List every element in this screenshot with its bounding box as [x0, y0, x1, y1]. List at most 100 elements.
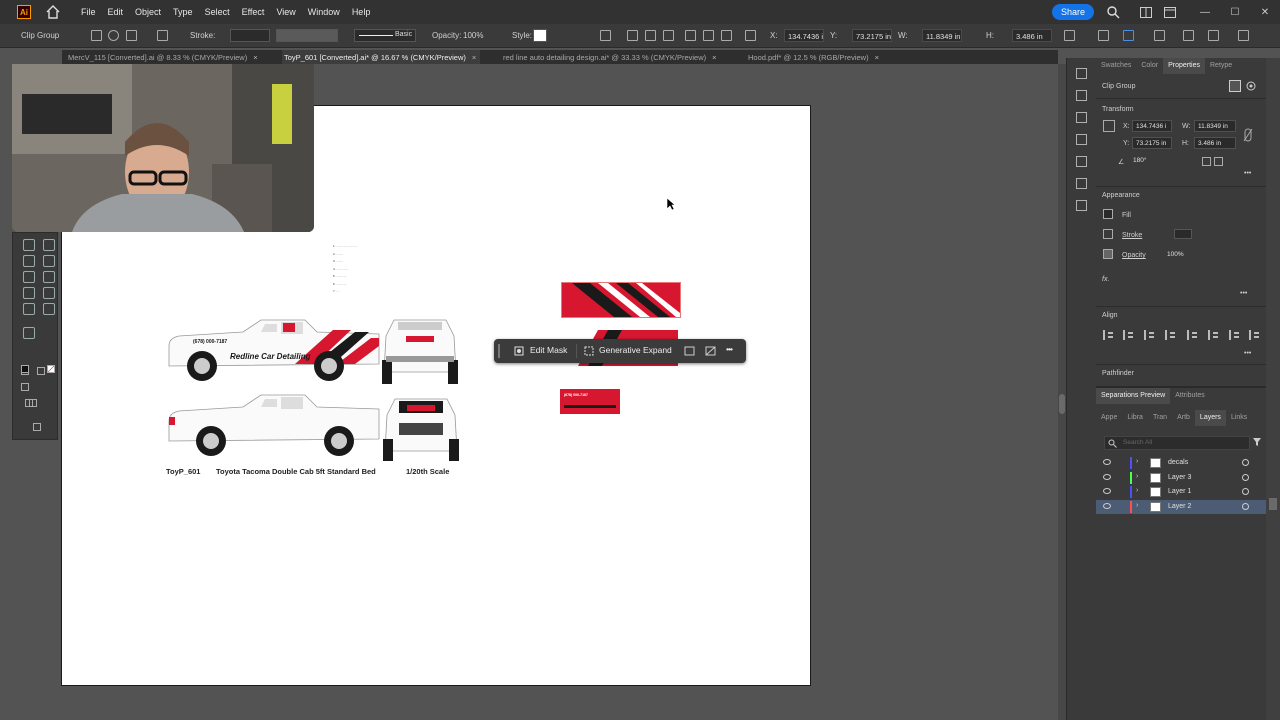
- more-options-button[interactable]: •••: [726, 344, 733, 354]
- slice-tool-icon[interactable]: [23, 287, 35, 299]
- color-icon[interactable]: [21, 365, 29, 373]
- hand-tool-icon[interactable]: [43, 287, 55, 299]
- opentype-icon[interactable]: [1076, 178, 1087, 189]
- arrange-icon[interactable]: [1183, 30, 1194, 41]
- h-field[interactable]: 3.486 in: [1012, 29, 1052, 42]
- panel-tab-properties[interactable]: Properties: [1163, 58, 1205, 74]
- rotate-view-icon[interactable]: [23, 303, 35, 315]
- align-icon[interactable]: [1165, 330, 1175, 340]
- align-icon[interactable]: [663, 30, 674, 41]
- artboard-tool-icon[interactable]: [43, 271, 55, 283]
- menu-window[interactable]: Window: [302, 7, 346, 17]
- panel-tab-retype[interactable]: Retype: [1205, 58, 1237, 74]
- y-field[interactable]: 73.2175 in: [1132, 137, 1172, 149]
- red-card-graphic[interactable]: (678) 000-7187: [560, 389, 620, 414]
- scrollbar-thumb[interactable]: [1059, 394, 1065, 414]
- align-icon[interactable]: [703, 30, 714, 41]
- style-swatch[interactable]: [533, 29, 547, 42]
- swap-icon[interactable]: [37, 367, 45, 375]
- align-icon[interactable]: [1123, 330, 1133, 340]
- transform-more-button[interactable]: •••: [1244, 170, 1251, 177]
- fx-button[interactable]: fx.: [1102, 276, 1109, 283]
- edit-mask-button[interactable]: Edit Mask: [530, 345, 567, 355]
- transform-icon[interactable]: [1064, 30, 1075, 41]
- panel-tab-artb[interactable]: Artb: [1172, 410, 1195, 426]
- close-tab-icon[interactable]: ×: [875, 53, 879, 62]
- x-field[interactable]: 134.7436 ir: [784, 29, 824, 42]
- close-button[interactable]: ✕: [1250, 7, 1280, 18]
- rotate-field[interactable]: 180°: [1130, 155, 1160, 167]
- transform-grid-icon[interactable]: [745, 30, 756, 41]
- close-tab-icon[interactable]: ×: [253, 53, 257, 62]
- menu-file[interactable]: File: [75, 7, 102, 17]
- layer-row[interactable]: › decals: [1096, 456, 1266, 470]
- zoom-tool-icon[interactable]: [43, 303, 55, 315]
- layer-row[interactable]: › Layer 2: [1096, 499, 1266, 514]
- search-icon[interactable]: [1106, 5, 1120, 19]
- opacity-value[interactable]: 100%: [463, 31, 483, 40]
- eyedropper-icon[interactable]: [43, 239, 55, 251]
- stroke-label[interactable]: Stroke: [1122, 232, 1142, 239]
- opacity-label[interactable]: Opacity: [1122, 252, 1146, 259]
- pen-tool-icon[interactable]: [23, 239, 35, 251]
- maximize-button[interactable]: ☐: [1220, 7, 1250, 18]
- align-icon[interactable]: [721, 30, 732, 41]
- appearance-more-button[interactable]: •••: [1240, 290, 1247, 297]
- brush-field[interactable]: Basic: [354, 29, 416, 42]
- more-options-icon[interactable]: [1238, 30, 1249, 41]
- close-tab-icon[interactable]: ×: [712, 53, 716, 62]
- stroke-swatch[interactable]: [1103, 229, 1113, 239]
- panel-menu-icon[interactable]: [1208, 30, 1219, 41]
- help-icon[interactable]: [23, 327, 35, 339]
- paragraph-icon[interactable]: [1076, 156, 1087, 167]
- right-panel-scrollbar[interactable]: [1266, 58, 1280, 720]
- share-button[interactable]: Share: [1051, 4, 1094, 20]
- align-to-icon[interactable]: [600, 30, 611, 41]
- variable-width-field[interactable]: [276, 29, 338, 42]
- visibility-eye-icon[interactable]: [1103, 459, 1111, 465]
- w-field[interactable]: 11.8349 in: [1194, 120, 1236, 132]
- document-tab[interactable]: red line auto detailing design.ai* @ 33.…: [501, 50, 721, 64]
- align-icon[interactable]: [1144, 330, 1154, 340]
- document-tab[interactable]: ToyP_601 [Converted].ai* @ 16.67 % (CMYK…: [282, 50, 481, 64]
- w-field[interactable]: 11.8349 in: [922, 29, 962, 42]
- flip-vertical-icon[interactable]: [1214, 157, 1223, 166]
- screen-mode-icon[interactable]: [29, 399, 37, 407]
- selected-clip-group[interactable]: [561, 282, 681, 318]
- align-icon[interactable]: [1249, 330, 1259, 340]
- menu-object[interactable]: Object: [129, 7, 167, 17]
- align-icon[interactable]: [627, 30, 638, 41]
- menu-help[interactable]: Help: [346, 7, 377, 17]
- isolate-icon[interactable]: [91, 30, 102, 41]
- fill-swatch-icon[interactable]: [157, 30, 168, 41]
- align-icon[interactable]: [645, 30, 656, 41]
- character-icon[interactable]: [1076, 134, 1087, 145]
- symbol-tool-icon[interactable]: [43, 255, 55, 267]
- right-panel-scroll-thumb[interactable]: [1269, 498, 1277, 510]
- align-icon[interactable]: [1103, 330, 1113, 340]
- blend-tool-icon[interactable]: [23, 255, 35, 267]
- truck-side-view-2[interactable]: [165, 391, 381, 461]
- align-icon[interactable]: [685, 30, 696, 41]
- panel-tab-color[interactable]: Color: [1136, 58, 1163, 74]
- stroke-weight-field[interactable]: [230, 29, 270, 42]
- libraries-icon[interactable]: [1076, 68, 1087, 79]
- x-field[interactable]: 134.7436 i: [1132, 120, 1172, 132]
- panel-tab-swatches[interactable]: Swatches: [1096, 58, 1136, 74]
- document-tab[interactable]: Hood.pdf* @ 12.5 % (RGB/Preview) ×: [746, 50, 883, 64]
- settings-icon[interactable]: [1245, 80, 1257, 92]
- layer-target-icon[interactable]: [1242, 459, 1249, 466]
- layer-target-icon[interactable]: [1242, 488, 1249, 495]
- expand-chevron-icon[interactable]: ›: [1136, 502, 1138, 509]
- more-tools-icon[interactable]: [33, 423, 41, 431]
- crop-image-icon[interactable]: [684, 346, 695, 356]
- crop-icon[interactable]: [1098, 30, 1109, 41]
- align-more-button[interactable]: •••: [1244, 350, 1251, 357]
- isolate-group-icon[interactable]: [1154, 30, 1165, 41]
- fill-icon[interactable]: [126, 30, 137, 41]
- h-field[interactable]: 3.486 in: [1194, 137, 1236, 149]
- panel-tab-links[interactable]: Links: [1226, 410, 1252, 426]
- reference-point-icon[interactable]: [1103, 120, 1115, 132]
- layers-icon[interactable]: [1076, 90, 1087, 101]
- stroke-weight-field[interactable]: [1174, 229, 1192, 239]
